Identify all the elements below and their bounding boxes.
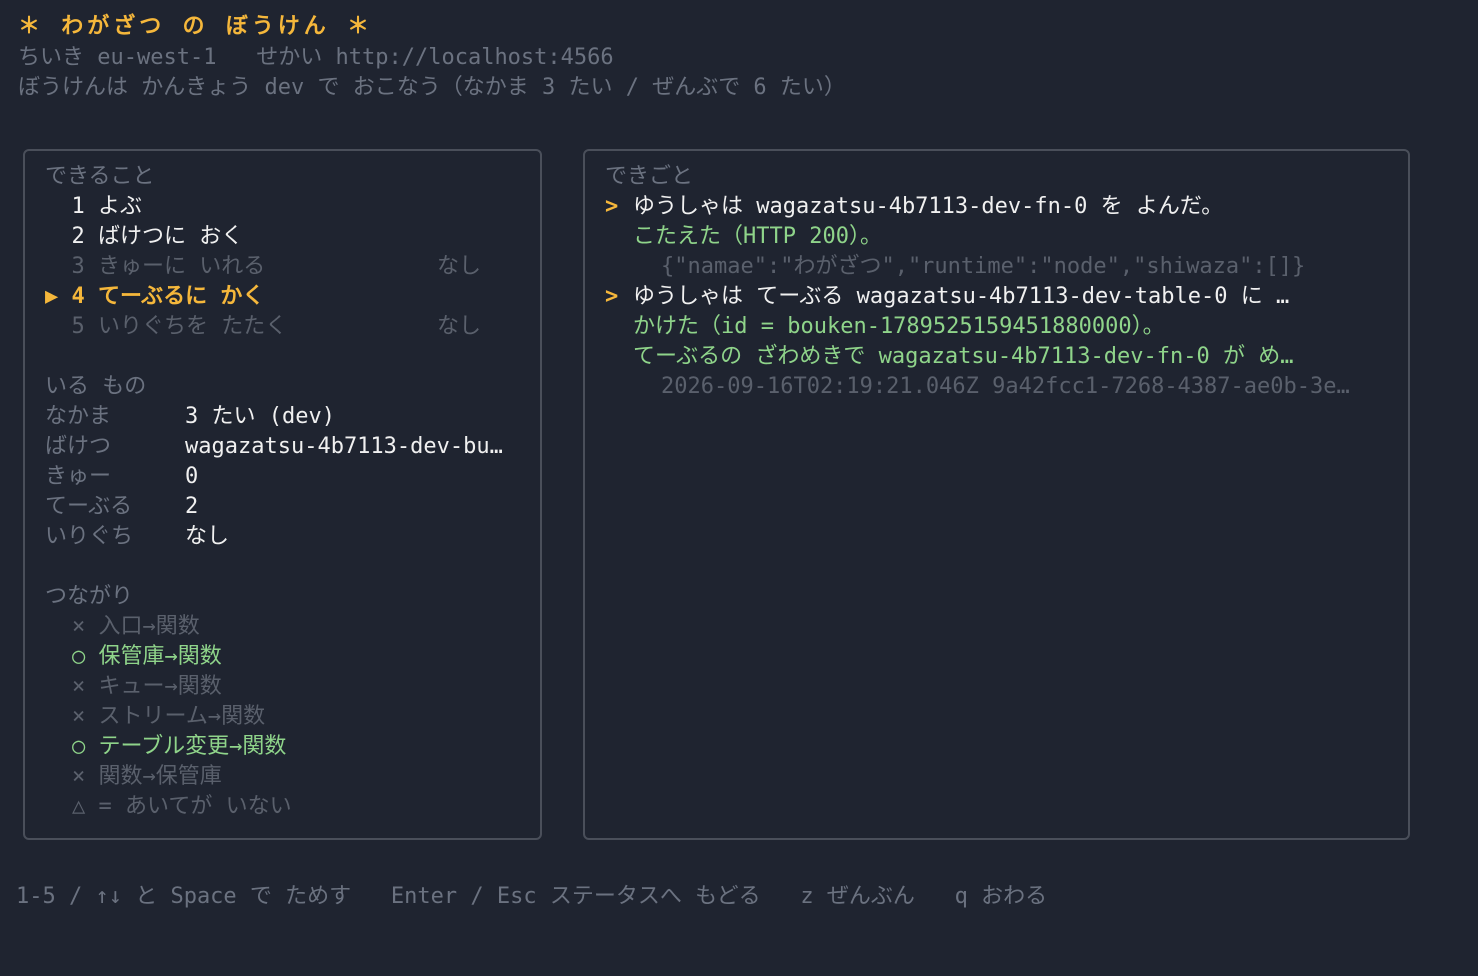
resources-heading: いる もの: [45, 374, 147, 399]
event-result: てーぶるの ざわめきで wagazatsu-4b7113-dev-fn-0 が …: [633, 344, 1294, 369]
resource-key: てーぶる: [45, 494, 133, 519]
action-item[interactable]: 1 よぶ: [45, 192, 525, 222]
connection-status-icon: ×: [72, 704, 99, 729]
resource-key: なかま: [45, 404, 112, 429]
env-line: ぼうけんは かんきょう dev で おこなう（なかま 3 たい / ぜんぶで 6…: [18, 75, 846, 100]
action-item[interactable]: ▶ 4 てーぶるに かく: [45, 282, 525, 312]
region-label: ちいき: [18, 45, 85, 70]
connection-item: △ = あいてが いない: [72, 792, 292, 822]
connection-label: 関数→保管庫: [98, 764, 222, 789]
connection-status-icon: ×: [72, 764, 99, 789]
connection-status-icon: △: [72, 794, 99, 819]
action-label: 4 てーぶるに かく: [71, 284, 265, 309]
connections-heading: つながり: [45, 584, 134, 609]
app-title: ＊ わがざつ の ぼうけん ＊: [18, 14, 373, 39]
region-line: ちいき eu-west-1 せかい http://localhost:4566: [18, 43, 614, 73]
action-label: 3 きゅーに いれる: [71, 254, 266, 279]
selection-marker: ▶: [45, 284, 72, 309]
selection-marker: [45, 254, 72, 279]
event-line: ゆうしゃは wagazatsu-4b7113-dev-fn-0 を よんだ。: [633, 194, 1224, 219]
resource-value: wagazatsu-4b7113-dev-bu…: [185, 434, 503, 459]
selection-marker: [45, 314, 72, 339]
world-value: http://localhost:4566: [335, 45, 614, 70]
event-detail: {"namae":"わがざつ","runtime":"node","shiwaz…: [661, 254, 1306, 279]
selection-marker: [45, 224, 72, 249]
region-value: eu-west-1: [97, 45, 217, 70]
connection-item: × キュー→関数: [72, 672, 222, 702]
event-line: ゆうしゃは てーぶる wagazatsu-4b7113-dev-table-0 …: [633, 284, 1290, 309]
resource-value: 2: [185, 494, 199, 519]
events-heading: できごと: [605, 164, 694, 189]
event-result: かけた（id = bouken-1789525159451880000）。: [633, 314, 1165, 339]
selection-marker: [45, 194, 72, 219]
action-label: 5 いりぐちを たたく: [71, 314, 288, 339]
event-detail: 2026-09-16T02:19:21.046Z 9a42fcc1-7268-4…: [661, 374, 1350, 399]
connection-status-icon: ×: [72, 614, 99, 639]
keyboard-hint: 1-5 / ↑↓ と Space で ためす Enter / Esc ステータス…: [16, 884, 1048, 909]
action-label: 2 ばけつに おく: [71, 224, 244, 249]
event-result: こたえた（HTTP 200）。: [633, 224, 882, 249]
action-label: 1 よぶ: [71, 194, 143, 219]
action-item[interactable]: 2 ばけつに おく: [45, 222, 525, 252]
connection-label: = あいてが いない: [98, 794, 292, 819]
resource-value: 3 たい (dev): [185, 404, 335, 429]
connection-status-icon: ×: [72, 674, 99, 699]
connection-item: × ストリーム→関数: [72, 702, 265, 732]
resource-key: いりぐち: [45, 524, 134, 549]
connection-label: 保管庫→関数: [98, 644, 222, 669]
connection-label: 入口→関数: [98, 614, 200, 639]
action-unavailable: なし: [437, 314, 482, 339]
connection-label: テーブル変更→関数: [98, 734, 287, 759]
connection-item: × 関数→保管庫: [72, 762, 222, 792]
resource-key: きゅー: [45, 464, 112, 489]
resource-value: なし: [185, 524, 230, 549]
resource-key: ばけつ: [45, 434, 112, 459]
event-marker: >: [605, 194, 619, 219]
event-marker: >: [605, 284, 619, 309]
connection-item: ○ 保管庫→関数: [72, 642, 222, 672]
world-label: せかい: [256, 45, 323, 70]
connection-status-icon: ○: [72, 734, 99, 759]
connection-label: ストリーム→関数: [98, 704, 266, 729]
resource-value: 0: [185, 464, 199, 489]
actions-heading: できること: [45, 164, 155, 189]
connection-item: ○ テーブル変更→関数: [72, 732, 286, 762]
connection-label: キュー→関数: [98, 674, 222, 699]
connection-item: × 入口→関数: [72, 612, 200, 642]
action-unavailable: なし: [437, 254, 482, 279]
connection-status-icon: ○: [72, 644, 99, 669]
